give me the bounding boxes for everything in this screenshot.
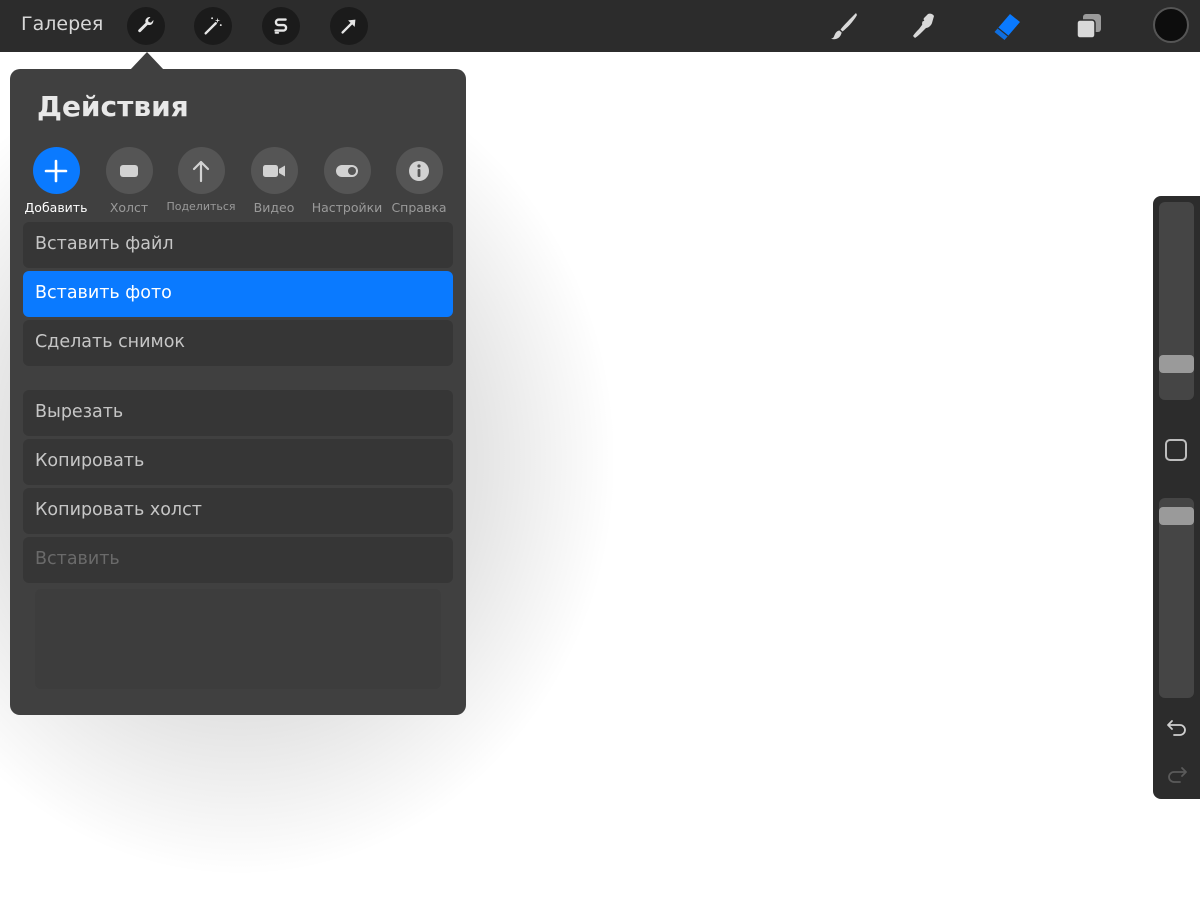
eraser-icon (994, 14, 1020, 40)
popover-arrow (130, 52, 164, 70)
tab-share[interactable]: Поделиться (164, 147, 238, 213)
tab-canvas[interactable]: Холст (92, 147, 166, 215)
magic-wand-icon (204, 17, 222, 35)
transform-arrow-icon (341, 19, 356, 34)
tab-add[interactable]: Добавить (19, 147, 93, 215)
undo-icon (1167, 720, 1186, 736)
tab-help[interactable]: Справка (382, 147, 456, 215)
copy-item[interactable]: Копировать (23, 439, 453, 485)
copy-canvas-item[interactable]: Копировать холст (23, 488, 453, 534)
wrench-icon (138, 17, 154, 33)
tab-label: Добавить (24, 200, 88, 215)
eraser-tool-button[interactable] (989, 8, 1025, 44)
plus-icon (44, 159, 68, 182)
insert-photo-item[interactable]: Вставить фото (23, 271, 453, 317)
brush-size-thumb[interactable] (1159, 355, 1194, 373)
selection-button[interactable] (262, 7, 300, 45)
actions-wrench-button[interactable] (127, 7, 165, 45)
redo-button[interactable] (1163, 763, 1191, 787)
info-icon (409, 160, 429, 181)
layers-button[interactable] (1071, 8, 1107, 44)
empty-list-area (35, 589, 441, 689)
undo-button[interactable] (1163, 716, 1191, 740)
selection-s-icon (274, 18, 288, 34)
modify-button[interactable] (1165, 439, 1187, 461)
transform-button[interactable] (330, 7, 368, 45)
tab-label: Справка (391, 200, 447, 215)
redo-icon (1168, 767, 1187, 783)
tab-label: Видео (253, 200, 295, 215)
right-sidebar (1153, 196, 1200, 799)
canvas-icon (120, 164, 138, 177)
tab-video[interactable]: Видео (237, 147, 311, 215)
cut-item[interactable]: Вырезать (23, 390, 453, 436)
tab-label: Настройки (311, 200, 383, 215)
color-picker-swatch[interactable] (1153, 7, 1189, 43)
opacity-slider[interactable] (1159, 498, 1194, 698)
adjustments-button[interactable] (194, 7, 232, 45)
opacity-thumb[interactable] (1159, 507, 1194, 526)
layers-icon (1076, 14, 1101, 39)
gallery-button[interactable]: Галерея (21, 13, 103, 35)
smudge-tool-button[interactable] (906, 8, 942, 44)
smudge-icon (913, 13, 934, 38)
brush-icon (831, 13, 857, 40)
insert-file-item[interactable]: Вставить файл (23, 222, 453, 268)
video-camera-icon (263, 164, 285, 177)
actions-popover: Действия Добавить Холст Поделиться Видео… (10, 69, 466, 715)
share-arrow-icon (192, 160, 210, 182)
tab-settings[interactable]: Настройки (310, 147, 384, 215)
popover-title: Действия (37, 90, 189, 123)
actions-tabs: Добавить Холст Поделиться Видео Настройк… (10, 147, 466, 215)
toggle-icon (336, 164, 358, 177)
brush-tool-button[interactable] (826, 8, 862, 44)
top-toolbar: Галерея (0, 0, 1200, 52)
tab-label: Холст (109, 200, 149, 215)
take-photo-item[interactable]: Сделать снимок (23, 320, 453, 366)
tab-label: Поделиться (166, 200, 236, 213)
paste-item: Вставить (23, 537, 453, 583)
